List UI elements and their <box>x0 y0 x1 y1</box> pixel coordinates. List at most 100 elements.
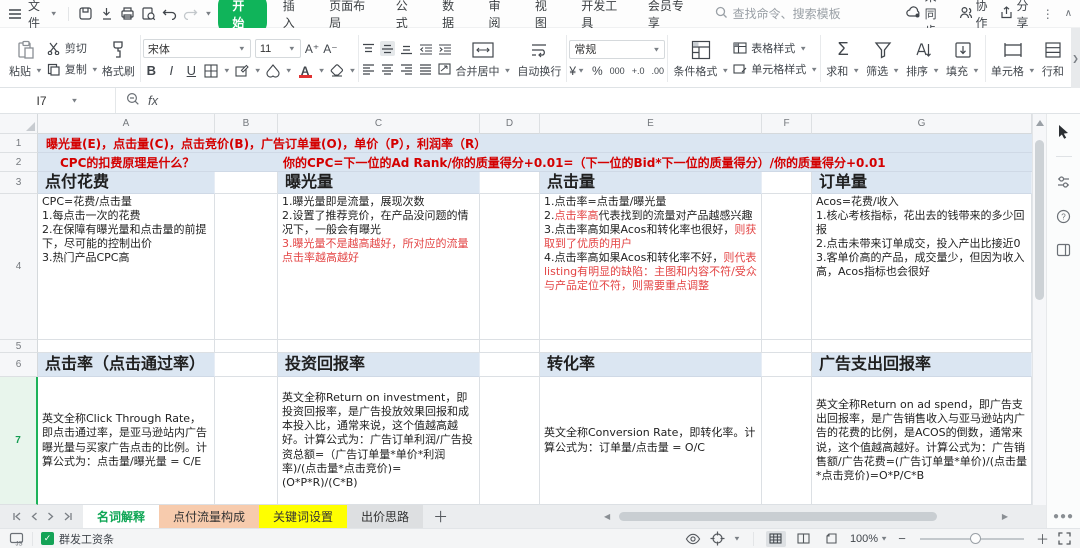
cell-b5[interactable] <box>215 340 278 353</box>
cell-c4[interactable]: 1.曝光量即是流量，展现次数 2.设置了推荐竞价，在产品没问题的情况下，一般会有… <box>278 194 480 340</box>
first-sheet-icon[interactable] <box>12 510 22 524</box>
sort-button[interactable]: 排序▼ <box>903 32 943 85</box>
prev-sheet-icon[interactable] <box>31 510 38 524</box>
cell-b7[interactable] <box>215 377 278 505</box>
file-menu[interactable]: 文件▼ <box>28 0 58 31</box>
format-painter-button[interactable]: 格式刷 <box>99 32 138 85</box>
normal-view-button[interactable] <box>766 531 786 547</box>
fill-button[interactable]: 填充▼ <box>943 32 983 85</box>
zoom-slider[interactable] <box>920 538 1024 540</box>
align-middle-icon[interactable] <box>380 41 395 56</box>
more-tools-icon[interactable]: ●●● <box>1053 511 1074 522</box>
cell-d4[interactable] <box>480 194 540 340</box>
cell-f7[interactable] <box>762 377 812 505</box>
zoom-slider-knob[interactable] <box>970 533 981 544</box>
zoom-level[interactable]: 100%▼ <box>850 533 888 545</box>
horizontal-scrollbar[interactable]: ◀ ▶ <box>604 510 1008 523</box>
scroll-up-icon[interactable] <box>1036 120 1044 126</box>
col-header-c[interactable]: C <box>278 114 480 134</box>
currency-format-button[interactable]: ¥▼ <box>569 64 585 78</box>
cell-row1[interactable]: 曝光量(E)，点击量(C)，点击竞价(B)，广告订单量(O)，单价（P），利润率… <box>38 134 1032 153</box>
cut-button[interactable]: 剪切 <box>46 40 99 56</box>
decrease-font-icon[interactable]: A⁻ <box>323 42 337 56</box>
more-options-icon[interactable]: ⋮ <box>1042 7 1055 21</box>
quick-access-chevron-icon[interactable]: ▼ <box>204 10 212 17</box>
cell-d5[interactable] <box>480 340 540 353</box>
increase-indent-icon[interactable] <box>437 41 452 56</box>
cell-g7[interactable]: 英文全称Return on ad spend，即广告支出回报率，是广告销售收入与… <box>812 377 1032 505</box>
col-header-d[interactable]: D <box>480 114 540 134</box>
row-header-4[interactable]: 4 <box>0 194 38 340</box>
name-box[interactable]: I7 ▼ <box>0 88 116 113</box>
col-header-e[interactable]: E <box>540 114 762 134</box>
scroll-left-icon[interactable]: ◀ <box>604 512 610 521</box>
cell-a5[interactable] <box>38 340 215 353</box>
decrease-indent-icon[interactable] <box>418 41 433 56</box>
row-header-6[interactable]: 6 <box>0 353 38 377</box>
borders-icon[interactable] <box>204 63 219 78</box>
export-icon[interactable] <box>99 6 114 22</box>
cell-b6[interactable] <box>215 353 278 377</box>
merge-center-button[interactable]: 合并居中▼ <box>452 32 514 85</box>
cell-f4[interactable] <box>762 194 812 340</box>
save-icon[interactable] <box>78 6 93 22</box>
cell-f5[interactable] <box>762 340 812 353</box>
payroll-tool-label[interactable]: 群发工资条 <box>59 531 114 547</box>
cell-row2[interactable]: CPC的扣费原理是什么？ 你的CPC=下一位的Ad Rank/你的质量得分+0.… <box>38 153 1032 172</box>
print-icon[interactable] <box>120 6 135 22</box>
panel-icon[interactable] <box>1055 241 1073 259</box>
font-size-select[interactable]: 11▼ <box>255 39 301 58</box>
align-left-icon[interactable] <box>361 61 376 76</box>
cell-b4[interactable] <box>215 194 278 340</box>
cell-e6[interactable]: 转化率 <box>540 353 762 377</box>
cell-e4[interactable]: 1.点击率=点击量/曝光量 2.点击率高代表找到的流量对产品越感兴趣 3.点击率… <box>540 194 762 340</box>
ribbon-scroll-right[interactable]: ❯ <box>1071 28 1080 88</box>
number-format-select[interactable]: 常规▼ <box>569 40 665 59</box>
bold-button[interactable]: B <box>143 63 160 78</box>
align-right-icon[interactable] <box>399 61 414 76</box>
slider-settings-icon[interactable] <box>1055 173 1073 191</box>
command-search[interactable]: 查找命令、搜索模板 <box>715 5 900 22</box>
chevron-down-icon[interactable]: ▼ <box>733 535 741 542</box>
horizontal-scroll-thumb[interactable] <box>619 512 937 521</box>
add-sheet-icon[interactable]: ＋ <box>423 506 458 527</box>
cell-c6[interactable]: 投资回报率 <box>278 353 480 377</box>
sheet-tab-guanjianci[interactable]: 关键词设置 <box>259 505 347 528</box>
sheet-tab-mingcijieshi[interactable]: 名词解释 <box>83 505 159 528</box>
cell-e3[interactable]: 点击量 <box>540 172 762 194</box>
cell-a6[interactable]: 点击率（点击通过率） <box>38 353 215 377</box>
cell-g6[interactable]: 广告支出回报率 <box>812 353 1032 377</box>
cell-e5[interactable] <box>540 340 762 353</box>
row-header-1[interactable]: 1 <box>0 134 38 153</box>
zoom-in-button[interactable]: ＋ <box>1036 529 1048 548</box>
fx-icon[interactable]: fx <box>148 93 158 108</box>
row-header-3[interactable]: 3 <box>0 172 38 194</box>
share-button[interactable]: 分享 <box>1000 0 1031 31</box>
cell-c3[interactable]: 曝光量 <box>278 172 480 194</box>
eraser-icon[interactable] <box>330 63 345 78</box>
thousands-separator-button[interactable]: 000 <box>610 66 625 76</box>
cell-a4[interactable]: CPC=花费/点击量 1.每点击一次的花费 2.在保障有曝光量和点击量的前提下，… <box>38 194 215 340</box>
zoom-formula-icon[interactable] <box>126 92 140 109</box>
increase-decimal-button[interactable]: +.0 <box>632 66 645 76</box>
fullscreen-icon[interactable] <box>1056 531 1072 547</box>
text-orientation-icon[interactable] <box>437 61 452 76</box>
help-icon[interactable]: ? <box>1055 207 1073 225</box>
page-layout-view-button[interactable] <box>822 531 842 547</box>
cell-c5[interactable] <box>278 340 480 353</box>
row-header-7[interactable]: 7 <box>0 377 38 505</box>
paste-button[interactable]: 粘贴▼ <box>6 32 46 85</box>
undo-icon[interactable] <box>162 6 177 22</box>
cell-g4[interactable]: Acos=花费/收入 1.核心考核指标，花出去的钱带来的多少回报 2.点击未带来… <box>812 194 1032 340</box>
col-header-a[interactable]: A <box>38 114 215 134</box>
cursor-icon[interactable] <box>1055 122 1073 140</box>
eye-protect-icon[interactable] <box>685 531 701 547</box>
cell-e7[interactable]: 英文全称Conversion Rate，即转化率。计算公式为：订单量/点击量 =… <box>540 377 762 505</box>
italic-button[interactable]: I <box>164 63 179 78</box>
cell-style-button[interactable]: 单元格样式▼ <box>732 61 818 77</box>
fill-color-icon[interactable] <box>266 63 281 78</box>
percent-format-button[interactable]: % <box>592 64 603 78</box>
align-top-icon[interactable] <box>361 41 376 56</box>
row-header-5[interactable]: 5 <box>0 340 38 353</box>
zoom-out-button[interactable]: − <box>896 531 908 546</box>
